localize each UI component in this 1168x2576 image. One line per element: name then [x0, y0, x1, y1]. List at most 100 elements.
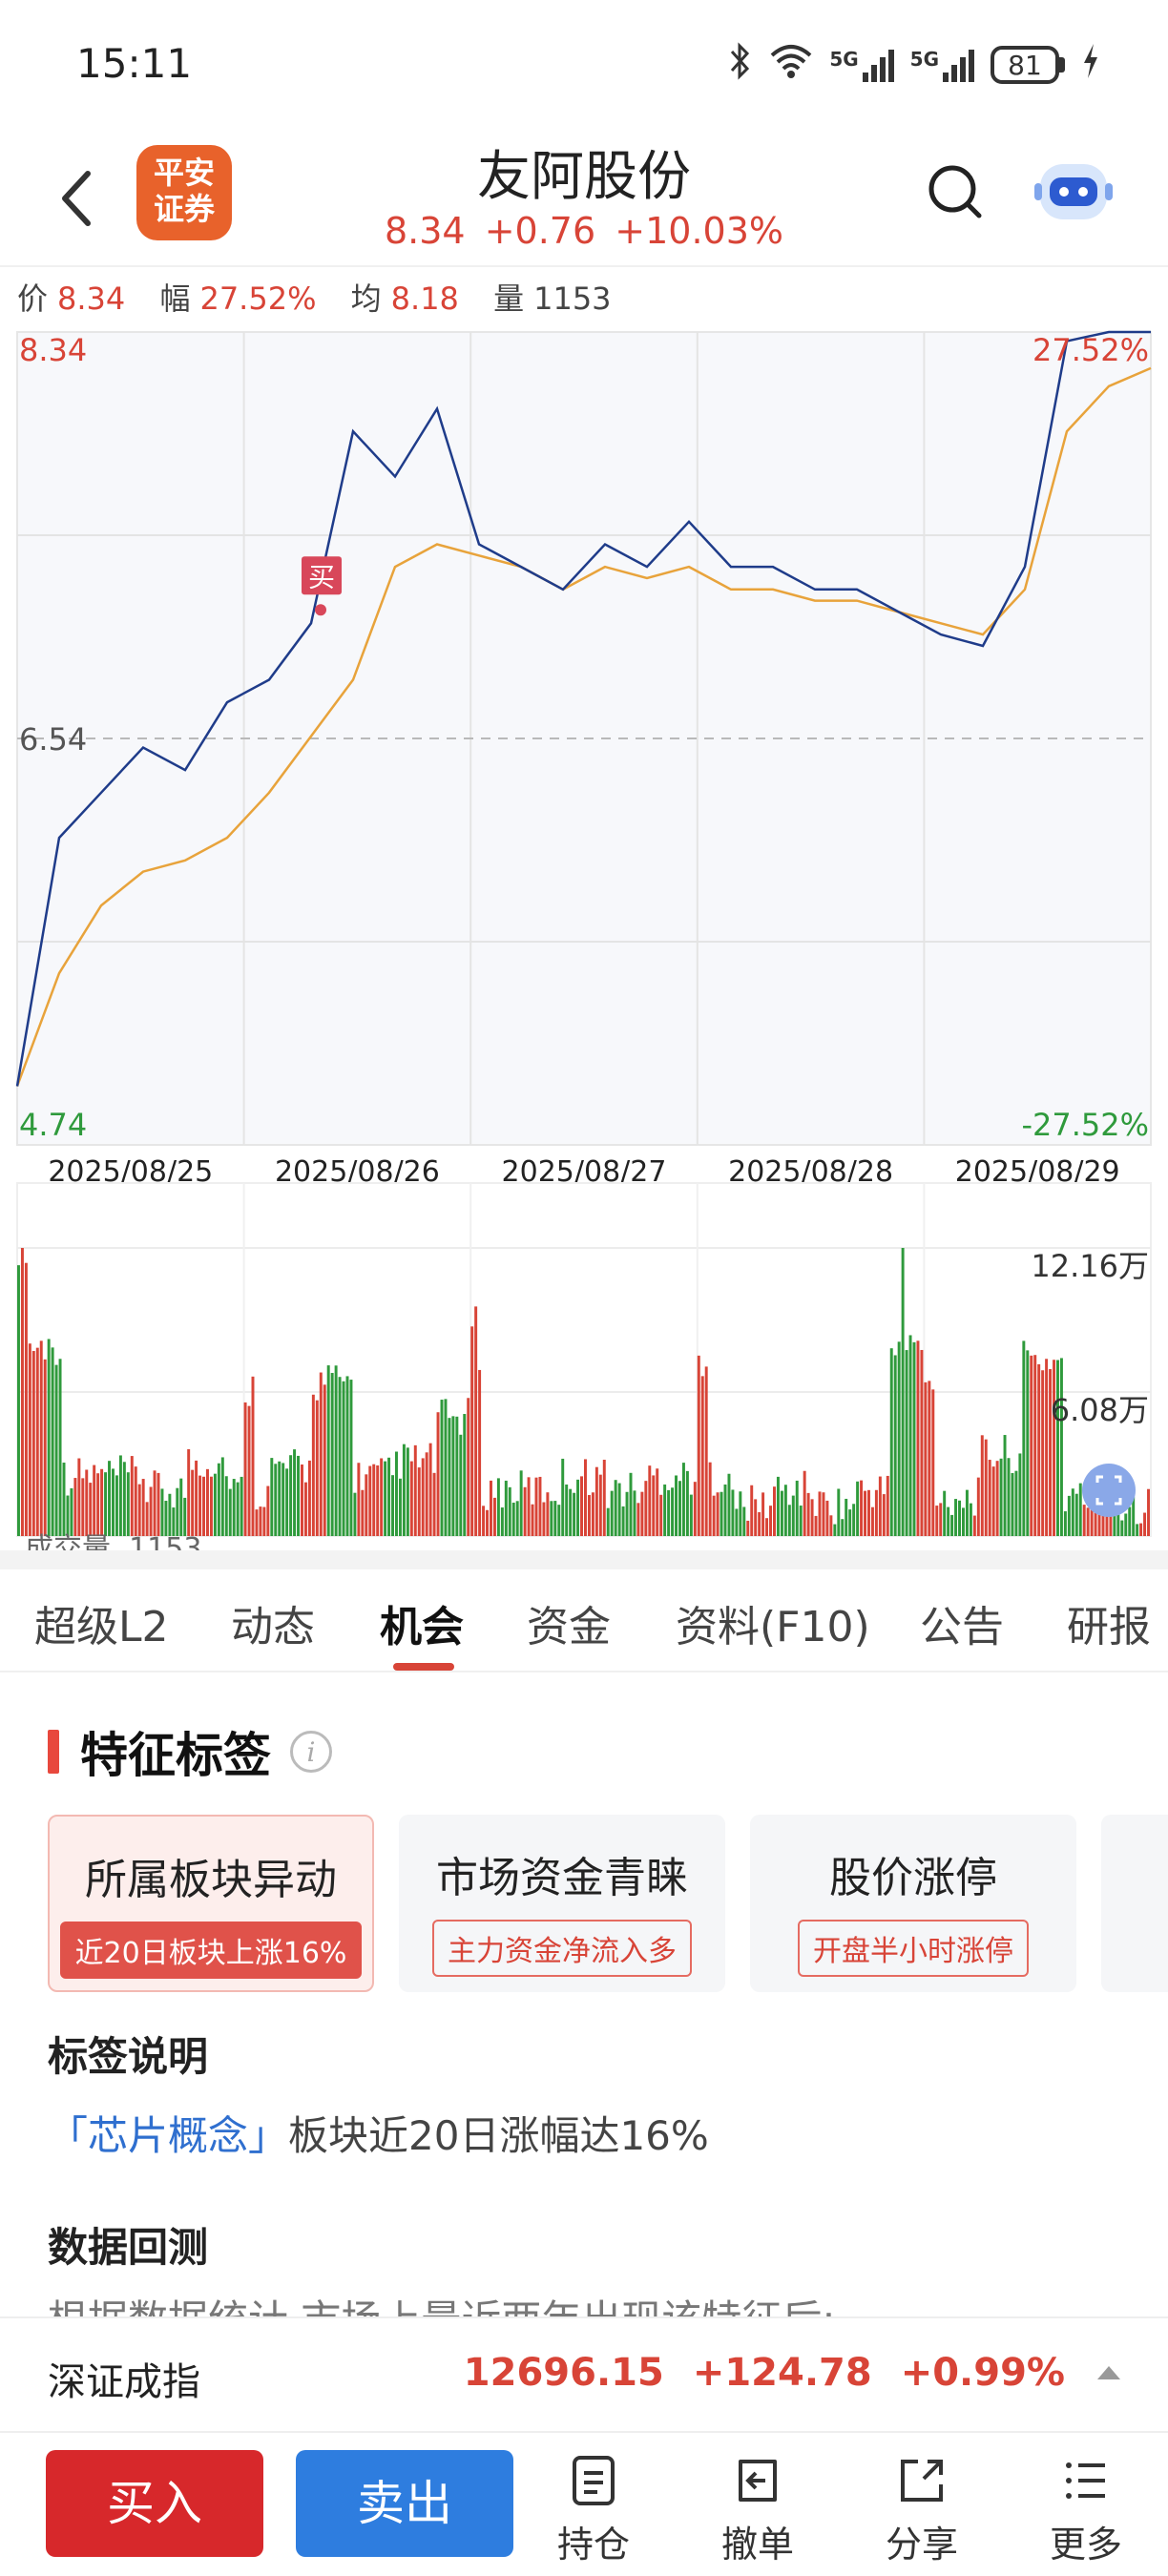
- volume-bar: [1136, 1524, 1139, 1536]
- feature-card-limit-up[interactable]: 股价涨停 开盘半小时涨停: [750, 1815, 1076, 1992]
- nav-share[interactable]: 分享: [865, 2454, 979, 2567]
- tab-opportunity[interactable]: 机会: [380, 1592, 464, 1653]
- volume-bar: [307, 1460, 311, 1536]
- volume-bar: [720, 1491, 723, 1536]
- volume-bar: [659, 1494, 663, 1536]
- volume-bar: [500, 1507, 504, 1536]
- ai-assistant-button[interactable]: [1031, 155, 1116, 231]
- volume-bar: [773, 1486, 776, 1536]
- volume-bar: [758, 1512, 761, 1536]
- volume-bar: [1026, 1350, 1030, 1536]
- nav-cancel-order[interactable]: 撤单: [700, 2454, 815, 2567]
- volume-bar: [342, 1381, 345, 1536]
- volume-bar: [47, 1339, 51, 1536]
- multi-day-chart[interactable]: 买 8.34 6.54 4.74 27.52% -27.52% 2025/08/25 2025…: [0, 324, 1168, 1566]
- volume-bar: [825, 1500, 829, 1536]
- tab-dynamics[interactable]: 动态: [231, 1592, 315, 1653]
- feature-card-sector[interactable]: 所属板块异动 近20日板块上涨16%: [48, 1815, 374, 1992]
- header-divider: [0, 265, 1168, 267]
- volume-bar: [617, 1483, 621, 1536]
- volume-bar: [864, 1490, 866, 1536]
- volume-bar: [561, 1458, 565, 1536]
- volume-bar: [837, 1488, 841, 1536]
- nav-more[interactable]: 更多: [1029, 2454, 1143, 2567]
- volume-bar: [232, 1479, 236, 1536]
- battery-icon: 81: [991, 46, 1065, 84]
- volume-bar: [867, 1489, 870, 1536]
- volume-bar: [991, 1466, 995, 1536]
- volume-bar: [467, 1398, 470, 1536]
- volume-bar: [1071, 1488, 1074, 1536]
- tab-funds[interactable]: 资金: [527, 1592, 611, 1653]
- header-price: 8.34: [385, 210, 466, 252]
- volume-bar: [735, 1508, 739, 1536]
- volume-bar: [924, 1381, 928, 1536]
- volume-bar: [1074, 1493, 1078, 1536]
- volume-bar: [602, 1459, 606, 1536]
- volume-bar: [829, 1515, 833, 1536]
- volume-bar: [357, 1463, 361, 1536]
- feature-card-funds[interactable]: 市场资金青睐 主力资金净流入多: [399, 1815, 725, 1992]
- volume-bar: [783, 1485, 787, 1536]
- volume-bar: [795, 1480, 799, 1536]
- volume-bar: [814, 1515, 818, 1536]
- volume-bar: [905, 1350, 908, 1536]
- volume-bar: [848, 1509, 852, 1536]
- volume-bar: [1053, 1360, 1055, 1536]
- volume-bar: [376, 1465, 380, 1536]
- bluetooth-icon: [728, 42, 753, 88]
- volume-mid-label: 6.08万: [1051, 1392, 1149, 1428]
- volume-bar: [841, 1519, 845, 1536]
- volume-bar: [780, 1490, 783, 1536]
- search-button[interactable]: [922, 158, 989, 225]
- volume-bar: [1033, 1355, 1037, 1536]
- volume-bar: [391, 1475, 394, 1536]
- feature-cards: 所属板块异动 近20日板块上涨16% 市场资金青睐 主力资金净流入多 股价涨停 …: [48, 1815, 1168, 1996]
- sector-link[interactable]: 「芯片概念」: [48, 2112, 288, 2159]
- nav-positions[interactable]: 持仓: [536, 2454, 651, 2567]
- volume-bar: [1007, 1458, 1011, 1536]
- info-icon[interactable]: i: [290, 1731, 332, 1773]
- volume-bar: [266, 1485, 270, 1536]
- volume-bar: [557, 1505, 561, 1536]
- volume-bar: [685, 1470, 689, 1536]
- index-change-pct: +0.99%: [900, 2351, 1065, 2395]
- volume-bar: [413, 1444, 417, 1536]
- feature-tags-title: 特征标签 i: [48, 1717, 332, 1786]
- tab-profile-f10[interactable]: 资料(F10): [676, 1592, 870, 1653]
- volume-bar: [610, 1490, 614, 1536]
- robot-icon: [1034, 164, 1113, 219]
- volume-bar: [580, 1476, 583, 1536]
- volume-bar: [425, 1452, 428, 1536]
- volume-bar: [301, 1465, 303, 1536]
- tab-research[interactable]: 研报: [1067, 1592, 1151, 1653]
- volume-bar: [531, 1504, 534, 1536]
- volume-bar: [311, 1394, 315, 1536]
- volume-bar: [882, 1494, 886, 1536]
- volume-bar: [856, 1481, 860, 1536]
- volume-bar: [319, 1372, 323, 1536]
- expand-up-icon[interactable]: [1097, 2366, 1120, 2379]
- share-icon: [901, 2460, 943, 2502]
- status-time: 15:11: [76, 40, 193, 87]
- volume-bar: [886, 1475, 889, 1536]
- fullscreen-button: [1082, 1464, 1136, 1517]
- volume-bar: [678, 1481, 681, 1536]
- volume-bar: [1037, 1363, 1041, 1536]
- volume-bar: [432, 1472, 436, 1536]
- volume-bar: [297, 1455, 300, 1536]
- volume-bar: [984, 1439, 988, 1536]
- volume-bar: [799, 1506, 803, 1536]
- tab-super-l2[interactable]: 超级L2: [34, 1592, 169, 1653]
- buy-button[interactable]: 买入: [46, 2450, 263, 2557]
- tab-announcements[interactable]: 公告: [920, 1592, 1004, 1653]
- more-list-icon: [1066, 2462, 1105, 2499]
- volume-bar: [1105, 1515, 1109, 1536]
- volume-bar: [893, 1355, 897, 1536]
- sell-button[interactable]: 卖出: [296, 2450, 513, 2557]
- volume-bar: [523, 1486, 527, 1536]
- index-ticker-bar[interactable]: 深证成指 12696.15 +124.78 +0.99%: [0, 2316, 1168, 2431]
- feature-card-more[interactable]: [1101, 1815, 1168, 1992]
- document-icon: [573, 2456, 615, 2505]
- back-button[interactable]: [48, 160, 105, 237]
